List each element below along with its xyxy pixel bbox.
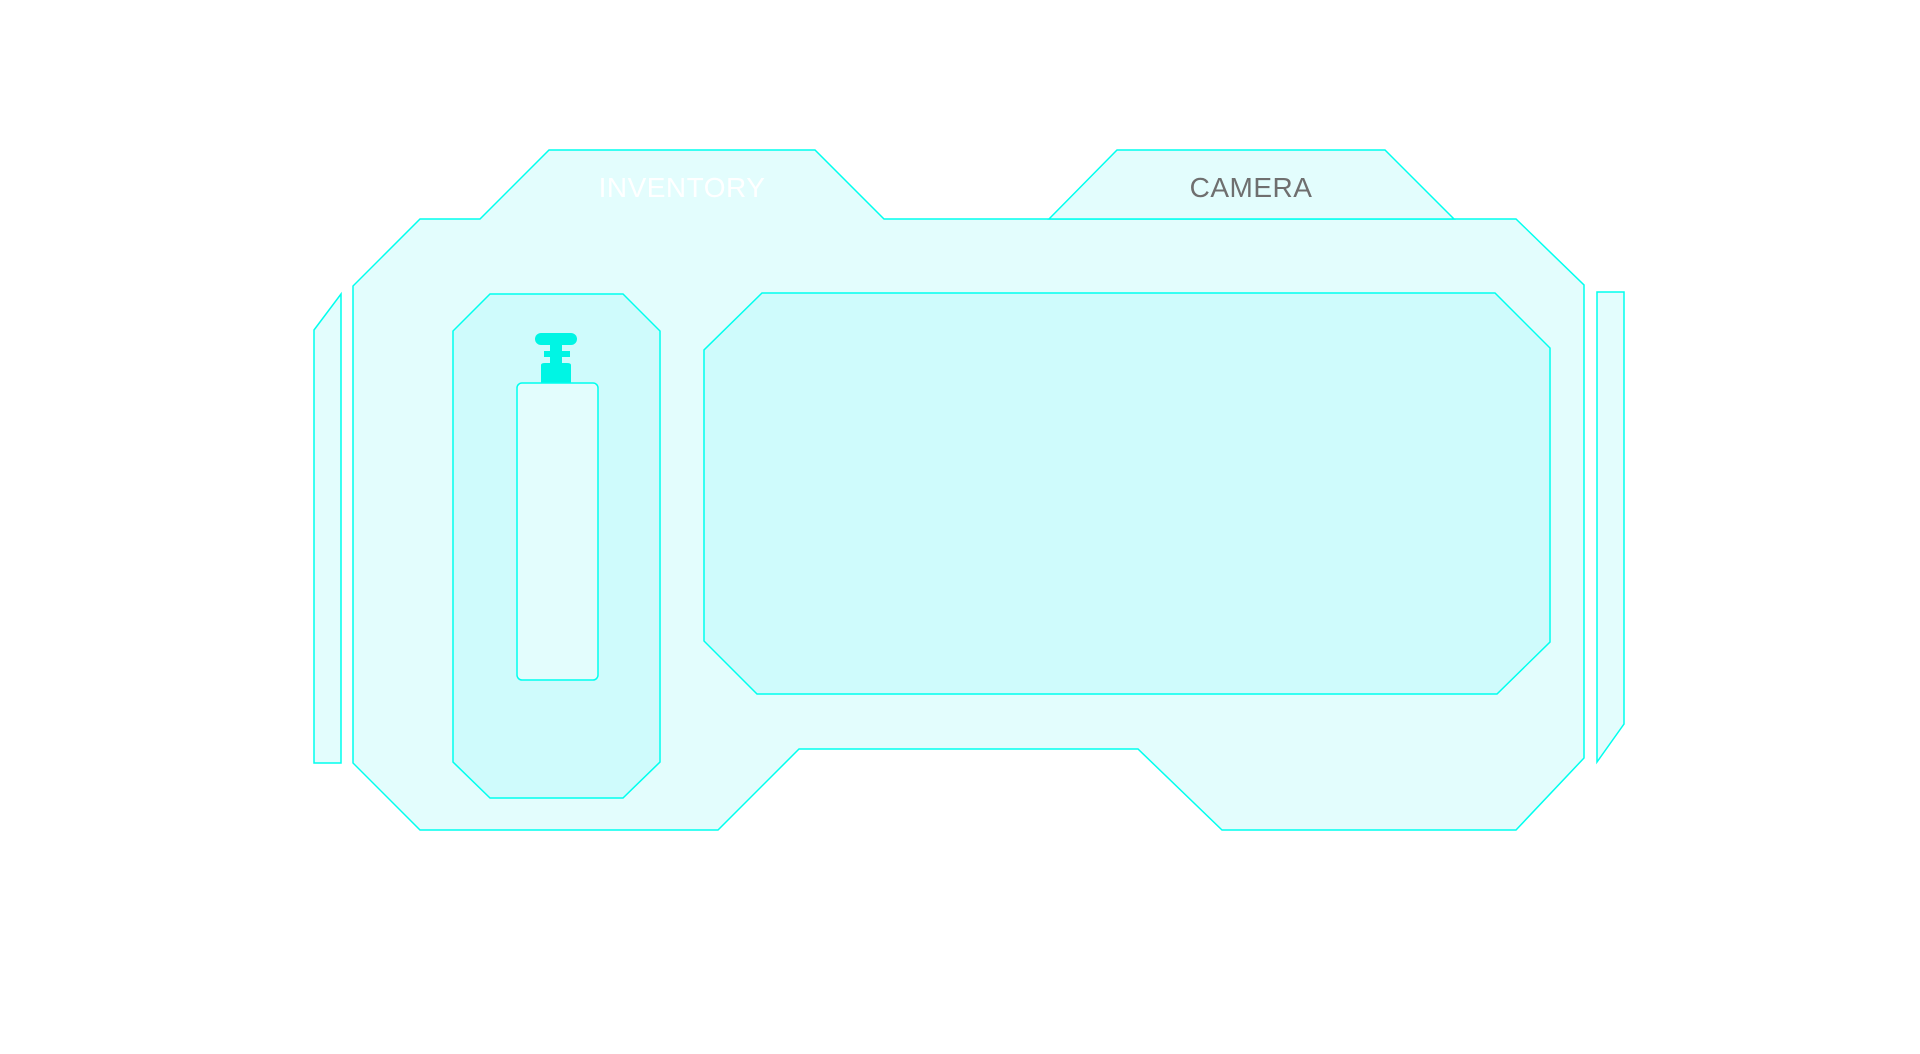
camera-viewport[interactable] [703,292,1551,695]
gas-cylinder-body [516,382,599,681]
tab-camera[interactable]: CAMERA [1047,149,1456,220]
tab-inventory-label: INVENTORY [599,172,766,203]
inventory-slot[interactable] [516,333,599,681]
tab-camera-label: CAMERA [1190,172,1313,203]
hud-screen: INVENTORY CAMERA [313,149,1625,831]
left-side-rail [313,291,342,764]
right-side-rail [1596,291,1625,765]
tab-inventory[interactable]: INVENTORY [599,172,766,203]
